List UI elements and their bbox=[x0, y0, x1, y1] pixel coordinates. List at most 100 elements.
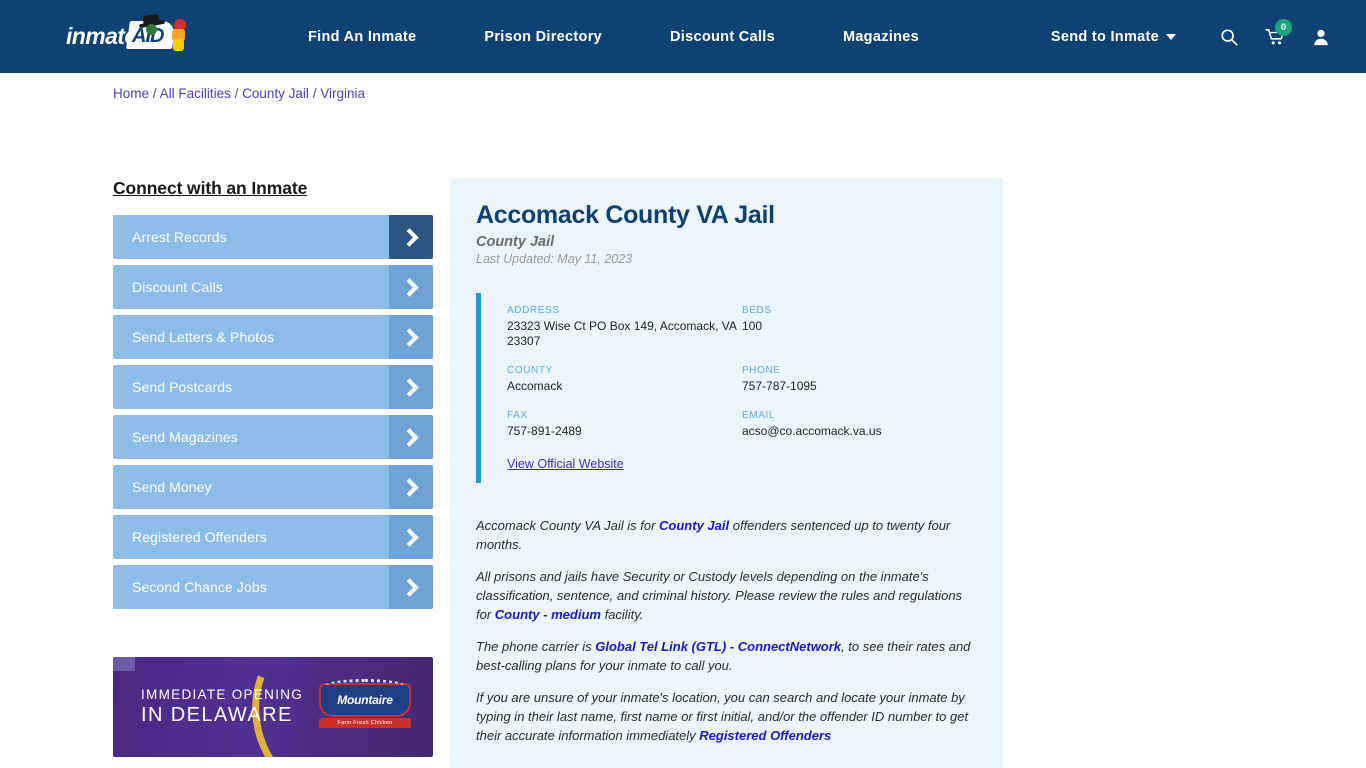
sidebar-item-arrest-records[interactable]: Arrest Records bbox=[113, 215, 433, 259]
facility-details-grid: ADDRESS 23323 Wise Ct PO Box 149, Accoma… bbox=[507, 305, 977, 455]
chevron-right-icon bbox=[389, 365, 433, 409]
chevron-right-icon bbox=[389, 215, 433, 259]
detail-phone: PHONE 757-787-1095 bbox=[742, 365, 977, 394]
breadcrumb-item-home[interactable]: Home bbox=[113, 86, 149, 101]
sidebar-item-second-chance-jobs[interactable]: Second Chance Jobs bbox=[113, 565, 433, 609]
breadcrumb-item-all-facilities[interactable]: All Facilities bbox=[160, 86, 231, 101]
mascot-face-icon bbox=[146, 23, 157, 35]
chevron-right-icon bbox=[389, 565, 433, 609]
sidebar-item-send-magazines[interactable]: Send Magazines bbox=[113, 415, 433, 459]
sidebar-item-label: Send Money bbox=[132, 479, 212, 495]
ad-brand-logo: Mountaire Farm Fresh Chicken bbox=[319, 679, 411, 729]
breadcrumb-separator: / bbox=[152, 86, 157, 101]
facility-details-panel: ADDRESS 23323 Wise Ct PO Box 149, Accoma… bbox=[476, 293, 977, 483]
detail-label: BEDS bbox=[742, 305, 772, 316]
chevron-right-icon bbox=[389, 265, 433, 309]
desc-p1-link-county-jail[interactable]: County Jail bbox=[659, 518, 729, 533]
detail-value: 757-787-1095 bbox=[742, 379, 817, 393]
sidebar-item-label: Registered Offenders bbox=[132, 529, 267, 545]
desc-p3-text-a: The phone carrier is bbox=[476, 638, 596, 654]
ad-headline-line1: IMMEDIATE OPENING bbox=[141, 687, 304, 702]
desc-p2-text-b: facility. bbox=[600, 606, 644, 622]
sidebar: Connect with an Inmate Arrest Records Di… bbox=[113, 178, 433, 768]
account-button[interactable] bbox=[1298, 17, 1344, 57]
breadcrumb-item-virginia[interactable]: Virginia bbox=[320, 86, 365, 101]
ad-headline-line2: IN DELAWARE bbox=[141, 704, 293, 726]
nav-dropdown-send-to-inmate[interactable]: Send to Inmate bbox=[1051, 29, 1206, 45]
page-title: Accomack County VA Jail bbox=[476, 201, 775, 229]
nav-item-find-an-inmate[interactable]: Find An Inmate bbox=[274, 29, 450, 45]
cart-button[interactable]: 0 bbox=[1252, 17, 1298, 57]
page-body: Connect with an Inmate Arrest Records Di… bbox=[0, 73, 1366, 768]
search-button[interactable] bbox=[1206, 17, 1252, 57]
detail-county: COUNTY Accomack bbox=[507, 365, 742, 394]
nav-item-prison-directory[interactable]: Prison Directory bbox=[450, 29, 636, 45]
site-logo[interactable]: inmate AID bbox=[66, 15, 192, 59]
last-updated-text: Last Updated: May 11, 2023 bbox=[476, 252, 633, 266]
primary-nav: Find An Inmate Prison Directory Discount… bbox=[274, 29, 953, 45]
sidebar-item-discount-calls[interactable]: Discount Calls bbox=[113, 265, 433, 309]
sidebar-item-label: Send Postcards bbox=[132, 379, 233, 395]
desc-p2-link-county-medium[interactable]: County - medium bbox=[495, 607, 601, 622]
view-official-website-link[interactable]: View Official Website bbox=[507, 457, 624, 471]
ad-text-group: IMMEDIATE OPENING IN DELAWARE bbox=[141, 687, 303, 727]
logo-wordmark: inmate bbox=[66, 23, 137, 49]
facility-description: Accomack County VA Jail is for County Ja… bbox=[476, 517, 977, 746]
advertisement-banner[interactable]: IMMEDIATE OPENING IN DELAWARE Mountaire … bbox=[113, 657, 433, 757]
chevron-right-icon bbox=[389, 415, 433, 459]
chevron-right-icon bbox=[389, 315, 433, 359]
ad-logo-arc bbox=[325, 679, 405, 693]
nav-item-magazines[interactable]: Magazines bbox=[809, 29, 953, 45]
detail-value: 757-891-2489 bbox=[507, 424, 582, 438]
chevron-right-icon bbox=[389, 515, 433, 559]
detail-value: Accomack bbox=[507, 379, 563, 393]
detail-label: COUNTY bbox=[507, 365, 553, 376]
sidebar-item-label: Second Chance Jobs bbox=[132, 579, 267, 595]
facility-type: County Jail bbox=[476, 234, 555, 250]
sidebar-item-registered-offenders[interactable]: Registered Offenders bbox=[113, 515, 433, 559]
detail-fax: FAX 757-891-2489 bbox=[507, 410, 742, 439]
detail-email: EMAIL acso@co.accomack.va.us bbox=[742, 410, 977, 439]
sidebar-item-send-money[interactable]: Send Money bbox=[113, 465, 433, 509]
description-paragraph-3: The phone carrier is Global Tel Link (GT… bbox=[476, 638, 977, 676]
nav-item-discount-calls[interactable]: Discount Calls bbox=[636, 29, 809, 45]
breadcrumb-separator: / bbox=[312, 86, 317, 101]
ad-brand-tagline: Farm Fresh Chicken bbox=[319, 718, 411, 728]
desc-p1-text-a: Accomack County VA Jail is for bbox=[476, 518, 660, 533]
facility-info-card: Accomack County VA Jail County Jail Last… bbox=[450, 178, 1003, 768]
user-icon bbox=[1314, 29, 1328, 45]
top-navigation-bar: inmate AID Find An Inmate Prison Directo… bbox=[0, 0, 1366, 73]
main-content: Accomack County VA Jail County Jail Last… bbox=[450, 178, 1003, 768]
desc-p4-link-registered-offenders[interactable]: Registered Offenders bbox=[699, 728, 831, 743]
nav-right-group: Send to Inmate 0 bbox=[1051, 17, 1344, 57]
desc-p3-link-gtl-connectnetwork[interactable]: Global Tel Link (GTL) - ConnectNetwork bbox=[595, 639, 841, 654]
sidebar-item-send-postcards[interactable]: Send Postcards bbox=[113, 365, 433, 409]
sidebar-item-label: Arrest Records bbox=[132, 229, 227, 245]
breadcrumb-separator: / bbox=[234, 86, 239, 101]
detail-value: 100 bbox=[742, 319, 763, 333]
nav-dropdown-label: Send to Inmate bbox=[1050, 28, 1159, 45]
parrot-icon bbox=[170, 18, 188, 53]
detail-address: ADDRESS 23323 Wise Ct PO Box 149, Accoma… bbox=[507, 305, 742, 349]
ad-brand-name: Mountaire bbox=[337, 693, 393, 707]
sidebar-item-label: Send Magazines bbox=[132, 429, 238, 445]
sidebar-item-send-letters-photos[interactable]: Send Letters & Photos bbox=[113, 315, 433, 359]
ad-corner-decoration bbox=[113, 657, 135, 671]
cart-count-badge: 0 bbox=[1275, 18, 1292, 36]
detail-value: 23323 Wise Ct PO Box 149, Accomack, VA 2… bbox=[507, 319, 737, 348]
description-paragraph-4: If you are unsure of your inmate's locat… bbox=[476, 689, 977, 746]
detail-value: acso@co.accomack.va.us bbox=[742, 424, 882, 438]
sidebar-heading: Connect with an Inmate bbox=[113, 178, 308, 198]
detail-label: PHONE bbox=[742, 365, 781, 376]
detail-label: ADDRESS bbox=[507, 305, 560, 316]
detail-label: EMAIL bbox=[742, 410, 776, 421]
description-paragraph-1: Accomack County VA Jail is for County Ja… bbox=[476, 517, 977, 555]
breadcrumb: Home / All Facilities / County Jail / Vi… bbox=[113, 86, 365, 101]
detail-beds: BEDS 100 bbox=[742, 305, 977, 349]
detail-label: FAX bbox=[507, 410, 528, 421]
sidebar-item-label: Discount Calls bbox=[132, 279, 223, 295]
sidebar-item-label: Send Letters & Photos bbox=[132, 329, 275, 345]
description-paragraph-2: All prisons and jails have Security or C… bbox=[476, 568, 977, 625]
chevron-right-icon bbox=[389, 465, 433, 509]
breadcrumb-item-county-jail[interactable]: County Jail bbox=[242, 86, 309, 101]
